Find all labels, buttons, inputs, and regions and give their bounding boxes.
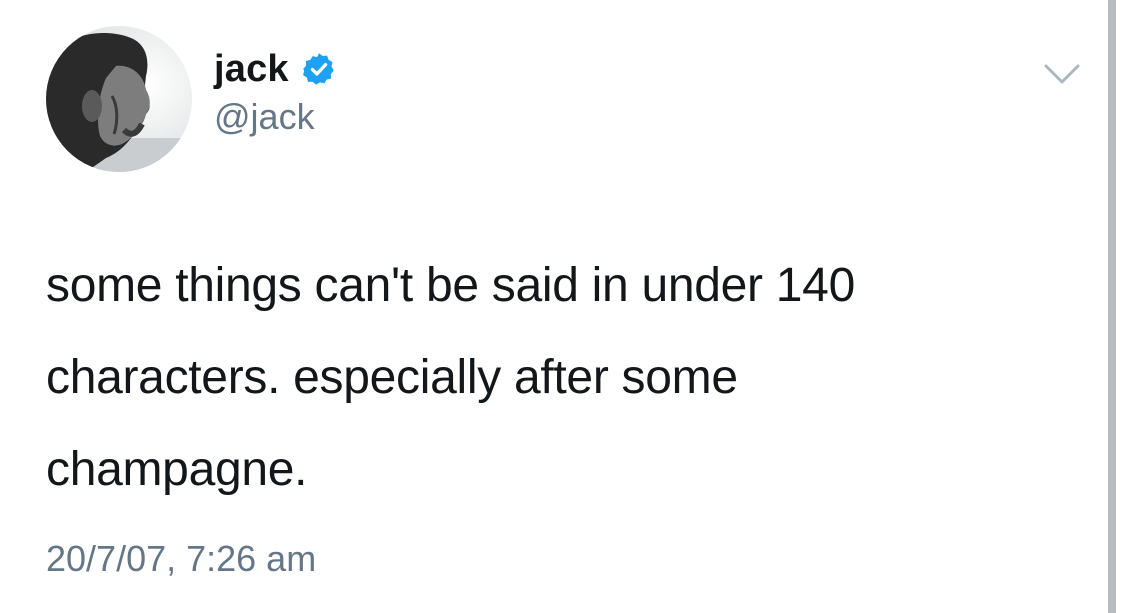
display-name[interactable]: jack bbox=[214, 48, 289, 91]
tweet-text: some things can't be said in under 140 c… bbox=[46, 259, 855, 496]
avatar-image bbox=[46, 26, 192, 172]
tweet-timestamp[interactable]: 20/7/07, 7:26 am bbox=[46, 538, 316, 580]
tweet-card: jack @jack some things can't be said in … bbox=[0, 0, 1125, 613]
user-handle[interactable]: @jack bbox=[214, 96, 315, 138]
scrollbar[interactable] bbox=[1108, 0, 1116, 613]
verified-badge-icon bbox=[301, 51, 337, 87]
avatar[interactable] bbox=[46, 26, 192, 172]
display-name-row: jack bbox=[214, 46, 337, 92]
chevron-down-icon[interactable] bbox=[1042, 60, 1082, 88]
